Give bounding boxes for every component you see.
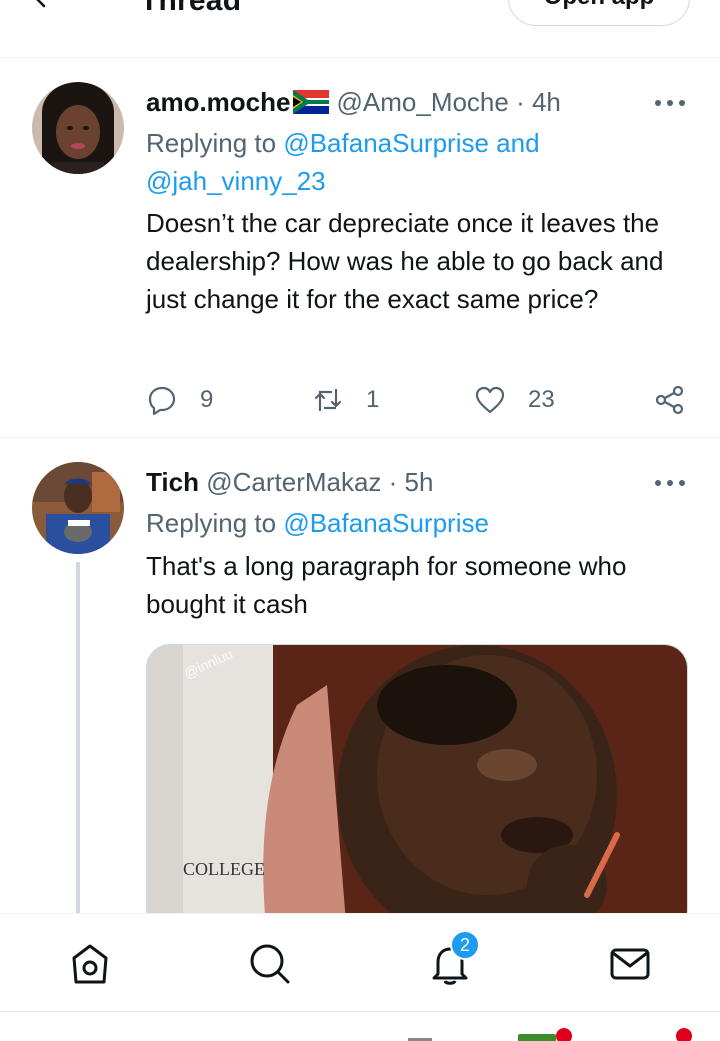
tweet[interactable]: Tich @CarterMakaz · 5h Replying to @Bafa… (0, 440, 720, 934)
messages-icon[interactable] (608, 942, 652, 986)
notification-badge: 2 (450, 930, 480, 960)
reply-prefix: Replying to (146, 508, 277, 538)
thread-connector (76, 562, 80, 922)
reply-button[interactable]: 9 (146, 380, 213, 420)
share-icon (655, 385, 684, 415)
handle-and-time: @Amo_Moche · 4h (336, 87, 561, 117)
like-icon (475, 386, 505, 414)
tweet-actions: 9 1 23 (146, 380, 691, 420)
tweet[interactable]: amo.moche @Amo_Moche · 4h Replying to @B… (0, 60, 720, 438)
reply-context: Replying to @BafanaSurprise (146, 504, 686, 542)
avatar[interactable] (32, 462, 124, 554)
tweet-media[interactable]: @innluu COLLEGE (146, 644, 688, 934)
south-africa-flag-icon (292, 90, 329, 114)
reply-mentions[interactable]: @BafanaSurprise (283, 508, 489, 538)
more-icon[interactable] (652, 98, 688, 108)
tweet-text: Doesn’t the car depreciate once it leave… (146, 208, 664, 314)
display-name[interactable]: amo.moche (146, 87, 291, 117)
author-row[interactable]: Tich @CarterMakaz · 5h (146, 467, 433, 497)
share-button[interactable] (654, 380, 686, 420)
retweet-icon (314, 388, 342, 412)
system-bar (0, 1011, 720, 1041)
media-logo-text: COLLEGE (183, 859, 265, 879)
reply-icon (148, 386, 176, 416)
back-arrow-icon[interactable] (30, 0, 54, 10)
handle-and-time: @CarterMakaz · 5h (206, 467, 434, 497)
retweet-count: 1 (366, 386, 380, 413)
bottom-navigation: 2 (0, 913, 720, 1011)
more-icon[interactable] (652, 478, 688, 488)
media-image: @innluu COLLEGE (147, 645, 687, 933)
reply-prefix: Replying to (146, 128, 277, 158)
search-icon[interactable] (248, 942, 292, 986)
like-button[interactable]: 23 (474, 380, 555, 420)
like-count: 23 (528, 386, 555, 413)
avatar[interactable] (32, 82, 124, 174)
home-icon[interactable] (68, 942, 112, 986)
reply-context: Replying to @BafanaSurprise and @jah_vin… (146, 124, 686, 200)
open-app-button[interactable]: Open app (508, 0, 690, 26)
retweet-button[interactable]: 1 (312, 380, 379, 420)
top-header: Thread Open app (0, 0, 720, 58)
page-title: Thread (140, 0, 242, 17)
tweet-text: That's a long paragraph for someone who … (146, 551, 627, 619)
reply-count: 9 (200, 386, 214, 413)
display-name[interactable]: Tich (146, 467, 199, 497)
author-row[interactable]: amo.moche @Amo_Moche · 4h (146, 87, 561, 117)
system-bar-indicators (408, 1028, 692, 1041)
